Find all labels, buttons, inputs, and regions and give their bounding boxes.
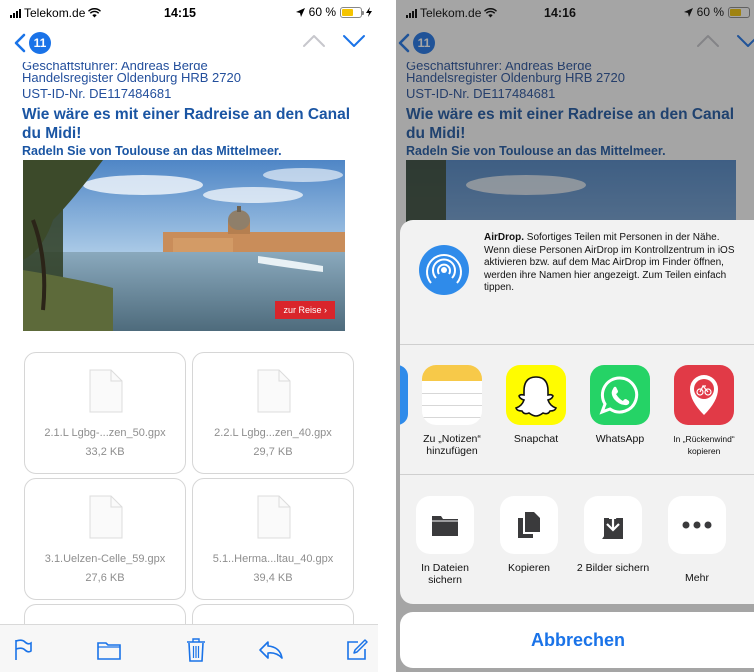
canal-du-midi-photo[interactable]: zur Reise › [23,160,345,331]
wifi-icon [88,8,102,18]
flag-icon [15,639,32,660]
status-time: 14:15 [164,6,196,20]
compose-button[interactable] [344,637,370,663]
attachment-name: 5.1..Herma...ltau_40.gpx [212,553,334,565]
attachment-name: 3.1.Uelzen-Celle_59.gpx [44,553,166,565]
share-app-label: In „Rückenwind“ kopieren [673,434,735,456]
copy-action[interactable]: Kopieren [490,496,568,574]
copy-icon [500,496,558,554]
charging-bolt-icon [366,7,372,17]
airdrop-icon[interactable] [418,244,470,296]
chevron-left-icon [14,33,26,53]
attachment-size: 29,7 KB [253,446,293,458]
cancel-button[interactable]: Abbrechen [400,612,754,668]
divider [400,344,754,345]
rueckenwind-icon [674,365,734,425]
attachment-name: 2.1.L Lgbg-...zen_50.gpx [44,427,166,439]
message-arrows [302,34,366,48]
share-screen: Telekom.de 14:16 60 % 11 Geschäftsführer… [396,0,754,672]
battery-percent: 60 % [308,5,336,19]
move-to-folder-button[interactable] [96,637,122,663]
action-label: 2 Bilder sichern [576,562,650,574]
attachment-size: 39,4 KB [253,572,293,584]
attachment-card[interactable]: 2.1.L Lgbg-...zen_50.gpx 33,2 KB [24,352,186,474]
share-app-label: Snapchat [513,433,559,445]
divider [400,474,754,475]
notes-icon [422,365,482,425]
action-label: Mehr [685,572,709,584]
attachments-grid: 2.1.L Lgbg-...zen_50.gpx 33,2 KB 2.2.L L… [24,352,356,634]
attachment-size: 33,2 KB [85,446,125,458]
battery-group: 60 % [295,5,372,19]
attachment-card[interactable]: 2.2.L Lgbg...zen_40.gpx 29,7 KB [192,352,354,474]
signal-icon [10,8,21,18]
folder-icon [97,642,121,660]
to-trip-button[interactable]: zur Reise › [275,301,335,319]
reply-button[interactable] [258,637,284,663]
mail-nav-bar: 11 [0,28,378,60]
attachment-name: 2.2.L Lgbg...zen_40.gpx [214,427,332,439]
register-line[interactable]: Handelsregister Oldenburg HRB 2720 [22,70,364,86]
airdrop-section: AirDrop. Sofortiges Teilen mit Personen … [400,220,754,344]
whatsapp-icon [590,365,650,425]
carrier-group: Telekom.de [10,6,102,20]
flag-button[interactable] [10,637,36,663]
battery-icon [340,6,364,18]
share-app-label: WhatsApp [595,433,645,445]
airdrop-description: AirDrop. Sofortiges Teilen mit Personen … [484,232,748,295]
document-icon [257,369,291,413]
company-owner-line: Geschäftsführer: Andreas Berge [22,62,208,70]
mail-toolbar [0,624,378,672]
save-image-icon [584,496,642,554]
trash-icon [187,638,205,662]
delete-button[interactable] [183,637,209,663]
share-app-snapchat[interactable]: Snapchat [500,365,572,445]
location-arrow-icon [295,7,305,17]
previous-message-icon[interactable] [302,34,326,48]
share-app-whatsapp[interactable]: WhatsApp [584,365,656,445]
unread-count-badge: 11 [29,32,51,54]
share-sheet: AirDrop. Sofortiges Teilen mit Personen … [400,220,754,604]
action-label: Kopieren [507,562,551,574]
email-subline[interactable]: Radeln Sie von Toulouse an das Mittelmee… [22,143,364,159]
save-images-action[interactable]: 2 Bilder sichern [574,496,652,574]
compose-icon [347,639,368,660]
reply-icon [259,641,283,659]
ust-id-line[interactable]: UST-ID-Nr. DE117484681 [22,86,364,102]
email-headline[interactable]: Wie wäre es mit einer Radreise an den Ca… [22,105,364,143]
airdrop-title: AirDrop. [484,232,524,243]
email-body: Geschäftsführer: Andreas Berge Handelsre… [22,62,364,159]
attachment-card[interactable]: 3.1.Uelzen-Celle_59.gpx 27,6 KB [24,478,186,600]
share-app-notes[interactable]: Zu „Notizen“ hinzufügen [416,365,488,457]
mail-app-tile-partial[interactable] [400,365,408,425]
status-bar: Telekom.de 14:15 60 % [0,0,378,24]
share-app-label: Zu „Notizen“ hinzufügen [423,433,481,457]
carrier-label: Telekom.de [24,6,86,20]
more-action[interactable]: Mehr [658,496,736,584]
folder-icon [416,496,474,554]
more-icon [668,496,726,554]
document-icon [89,495,123,539]
snapchat-icon [506,365,566,425]
attachment-card[interactable]: 5.1..Herma...ltau_40.gpx 39,4 KB [192,478,354,600]
attachment-size: 27,6 KB [85,572,125,584]
document-icon [257,495,291,539]
next-message-icon[interactable] [342,34,366,48]
mail-screen: Telekom.de 14:15 60 % 11 Geschäftsführer… [0,0,378,672]
share-app-rueckenwind[interactable]: In „Rückenwind“ kopieren [668,365,740,457]
back-button[interactable]: 11 [14,32,51,54]
action-label: In Dateien sichern [421,562,469,586]
save-to-files-action[interactable]: In Dateien sichern [406,496,484,586]
document-icon [89,369,123,413]
